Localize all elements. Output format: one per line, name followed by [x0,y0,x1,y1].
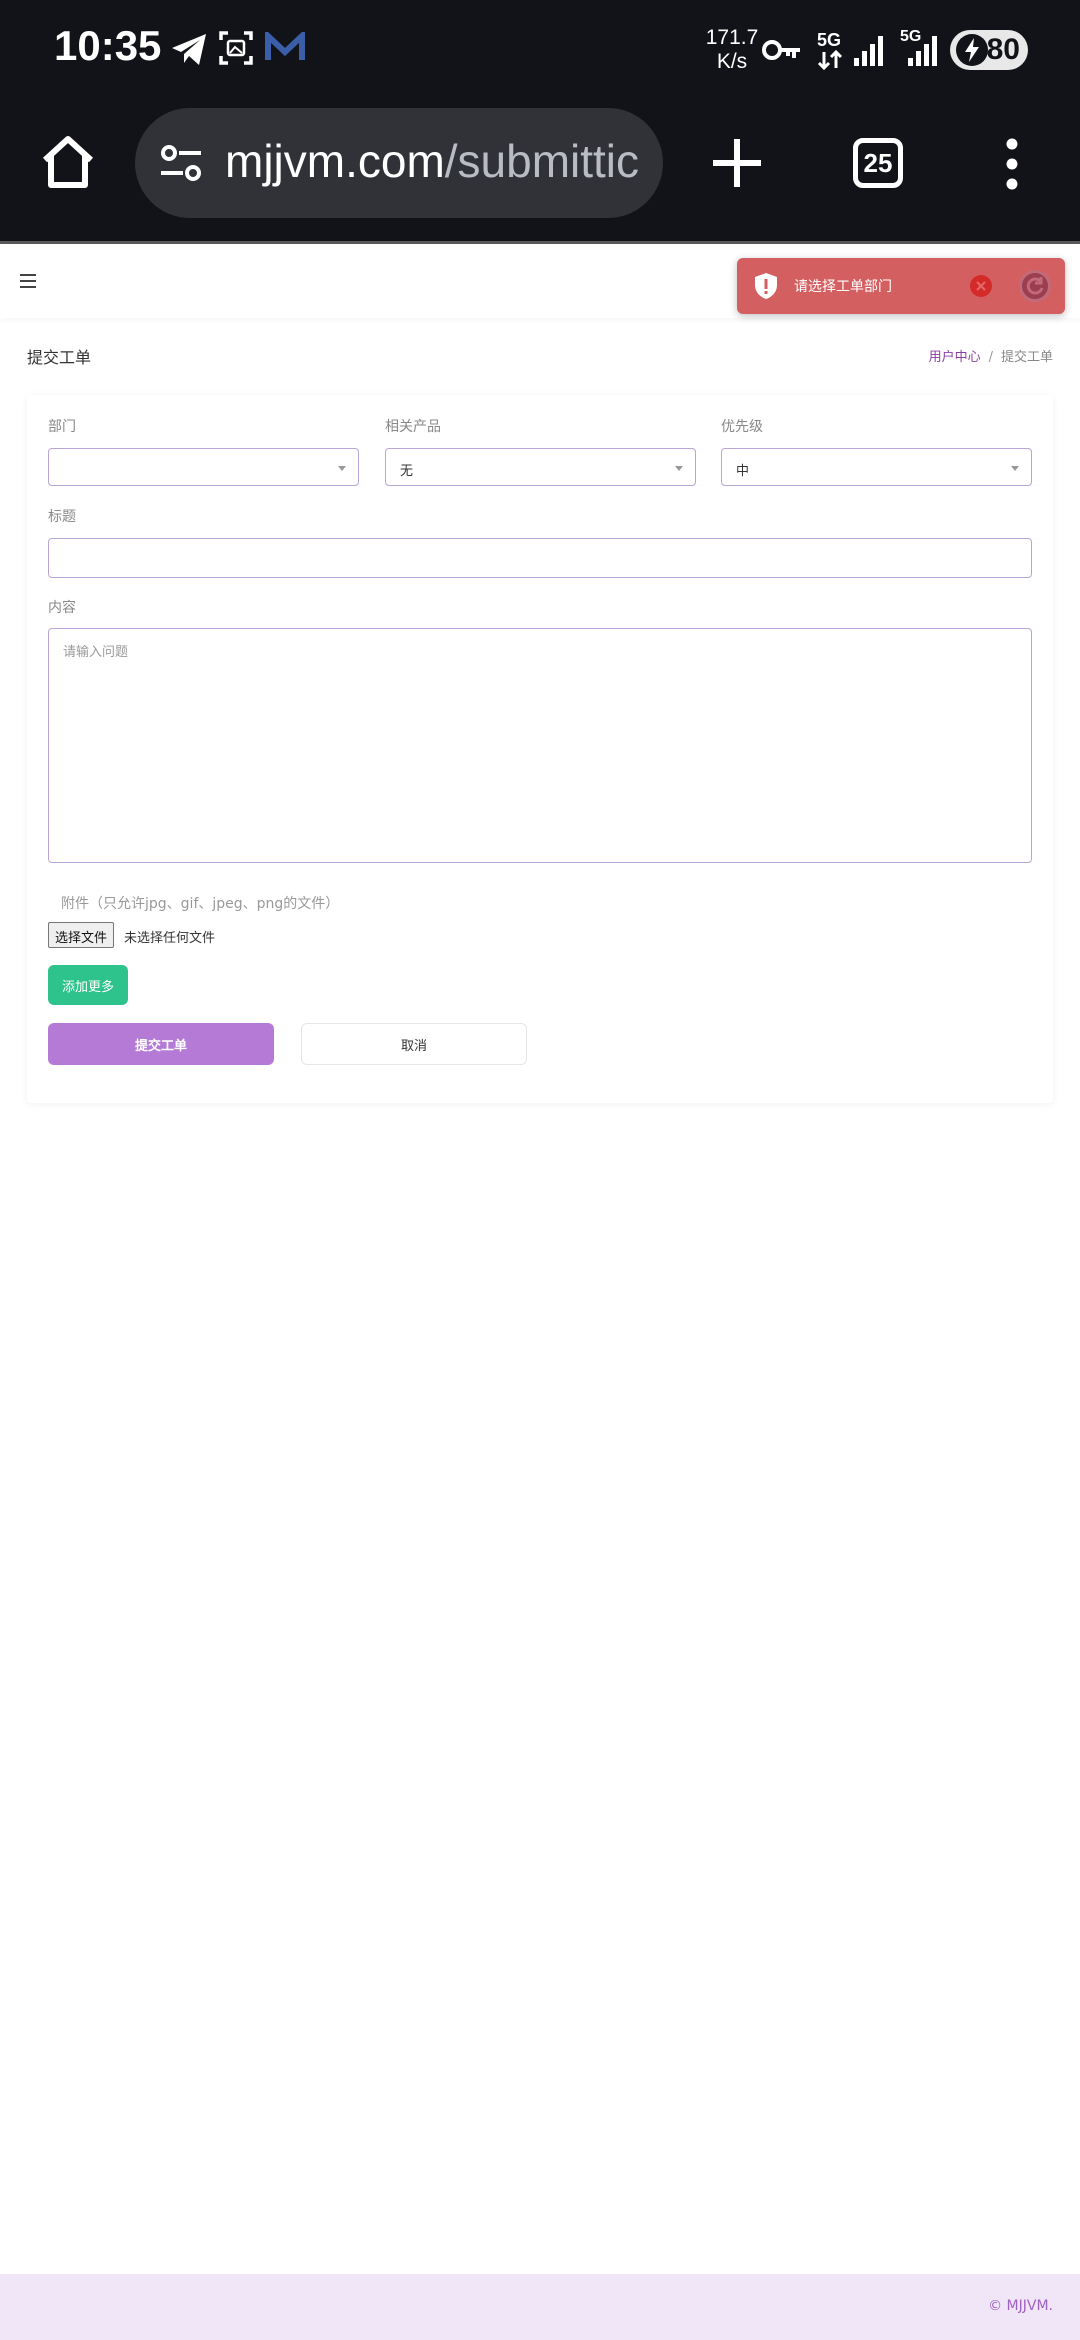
data-arrows-icon [817,50,843,70]
attachment-label: 附件（只允许jpg、gif、jpeg、png的文件） [61,896,340,912]
product-select-value: 无 [400,464,414,479]
priority-label: 优先级 [721,419,763,435]
shield-alert-icon [755,273,777,299]
tab-switcher-button[interactable]: 25 [853,138,903,188]
breadcrumb-current: 提交工单 [1000,350,1053,365]
product-label: 相关产品 [385,419,441,435]
refresh-icon[interactable] [1019,270,1051,302]
error-toast: 请选择工单部门 [737,258,1065,314]
screenshot-icon [219,31,253,65]
breadcrumb-separator: / [988,350,993,365]
cancel-button[interactable]: 取消 [301,1023,527,1065]
breadcrumb-home-link[interactable]: 用户中心 [929,350,981,365]
site-settings-icon[interactable] [159,141,203,185]
breadcrumb: 用户中心 / 提交工单 [929,346,1053,365]
battery-level: 80 [986,33,1020,66]
vpn-key-icon [762,40,800,60]
status-bar: 10:35 171.7 K/s 5G 5G 80 [0,0,1080,100]
content-placeholder: 请输入问题 [63,645,129,660]
battery-indicator: 80 [950,30,1028,70]
more-menu-icon[interactable] [1000,136,1024,192]
content-textarea[interactable]: 请输入问题 [48,628,1032,863]
chevron-down-icon [675,466,683,471]
choose-file-button[interactable]: 选择文件 [48,922,115,948]
home-icon[interactable] [40,134,96,190]
priority-select-value: 中 [736,464,750,479]
clock: 10:35 [54,22,162,69]
subject-label: 标题 [48,509,76,525]
telegram-icon [172,34,206,65]
charging-bolt-icon [956,34,988,66]
ticket-form-card: 部门 相关产品 优先级 无 中 标题 内容 请输入问题 附件（只允许jpg、gi… [27,395,1053,1103]
add-more-button[interactable]: 添加更多 [48,965,129,1005]
network-type-1: 5G [817,30,842,50]
no-file-status: 未选择任何文件 [124,931,216,946]
department-select[interactable] [48,448,359,486]
chevron-down-icon [338,466,346,471]
content-label: 内容 [48,600,76,616]
page-footer: © MJJVM. [0,2274,1080,2340]
new-tab-icon[interactable] [710,136,764,190]
copyright-text: © MJJVM. [988,2298,1053,2314]
url-text[interactable]: mjjvm.com/submittic [225,134,639,188]
close-icon[interactable] [970,275,992,297]
chevron-down-icon [1011,466,1019,471]
product-select[interactable]: 无 [385,448,696,486]
department-label: 部门 [48,419,76,435]
network-speed: 171.7 K/s [705,26,759,73]
browser-toolbar: mjjvm.com/submittic 25 [0,100,1080,242]
signal-icon-2 [908,36,937,66]
hamburger-menu-icon[interactable] [20,274,36,288]
signal-icon-1 [854,36,883,66]
priority-select[interactable]: 中 [721,448,1032,486]
toast-message: 请选择工单部门 [794,279,892,295]
submit-ticket-button[interactable]: 提交工单 [48,1023,274,1065]
page-title: 提交工单 [27,348,92,367]
app-notification-icon [265,32,305,60]
subject-input[interactable] [48,538,1032,578]
address-bar[interactable]: mjjvm.com/submittic [135,108,663,218]
